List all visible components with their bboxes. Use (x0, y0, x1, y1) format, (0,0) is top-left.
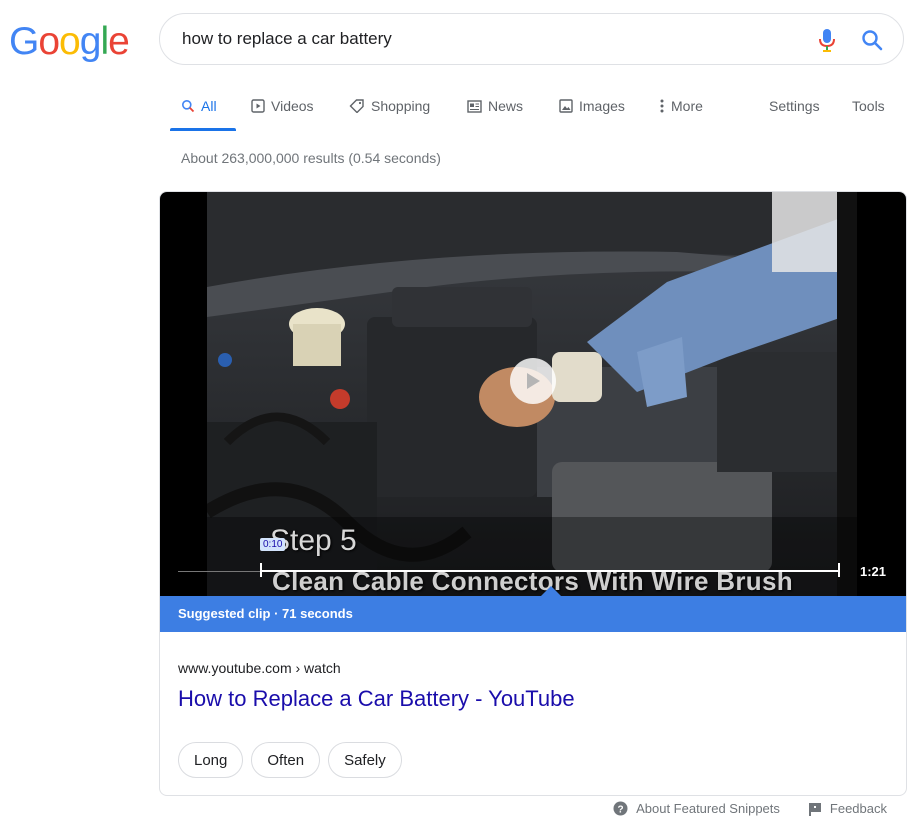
play-icon (527, 373, 540, 389)
about-featured-snippets-link[interactable]: ? About Featured Snippets (613, 801, 780, 816)
clip-pointer (541, 586, 561, 596)
feedback-link[interactable]: Feedback (808, 801, 887, 816)
logo-letter: g (79, 20, 102, 63)
svg-text:?: ? (618, 805, 624, 816)
tab-more[interactable]: More (659, 96, 703, 116)
clip-range-bar[interactable] (260, 570, 840, 572)
search-icon (182, 100, 195, 113)
tab-label: Tools (852, 98, 885, 114)
about-label: About Featured Snippets (636, 801, 780, 816)
video-icon (251, 99, 265, 113)
tab-settings[interactable]: Settings (769, 96, 820, 116)
tab-all[interactable]: All (181, 96, 217, 116)
tab-news[interactable]: News (467, 96, 523, 116)
search-input[interactable] (182, 28, 782, 50)
tag-icon (349, 99, 364, 113)
chip-often[interactable]: Often (251, 742, 321, 778)
tab-images[interactable]: Images (559, 96, 625, 116)
result-title-link[interactable]: How to Replace a Car Battery - YouTube (178, 686, 575, 712)
tab-shopping[interactable]: Shopping (349, 96, 430, 116)
image-icon (559, 99, 573, 113)
google-logo[interactable]: Google (9, 20, 130, 64)
clip-end-tick (838, 563, 840, 577)
tab-label: Shopping (371, 98, 431, 114)
tab-videos[interactable]: Videos (251, 96, 314, 116)
snippet-footer: ? About Featured Snippets Feedback (585, 801, 887, 816)
tab-label: Images (579, 98, 625, 114)
more-vertical-icon (660, 99, 664, 113)
search-tabs: All Videos Shopping News Images More Set… (0, 92, 923, 132)
tab-label: News (488, 98, 524, 114)
video-progress-track[interactable] (178, 571, 260, 572)
logo-letter: o (59, 20, 81, 63)
clip-start-time: 0:10 (260, 538, 286, 551)
feedback-flag-icon (808, 802, 821, 816)
active-tab-indicator (170, 128, 236, 131)
chip-long[interactable]: Long (178, 742, 244, 778)
logo-letter: o (38, 20, 60, 63)
mic-icon[interactable] (816, 28, 838, 52)
video-player[interactable]: Step 5 Clean Cable Connectors With Wire … (160, 192, 906, 596)
chip-safely[interactable]: Safely (328, 742, 402, 778)
related-chips: Long Often Safely (178, 742, 410, 778)
video-duration: 1:21 (860, 564, 887, 579)
tab-tools[interactable]: Tools (852, 96, 885, 116)
logo-letter: l (100, 20, 109, 63)
clip-start-tick (260, 563, 262, 577)
suggested-clip-banner: Suggested clip · 71 seconds (160, 596, 906, 632)
tab-label: Videos (271, 98, 314, 114)
search-box (159, 13, 904, 65)
play-button[interactable] (510, 358, 556, 404)
tab-label: Settings (769, 98, 820, 114)
tab-label: More (671, 98, 703, 114)
logo-letter: e (108, 20, 130, 63)
logo-letter: G (9, 20, 39, 63)
help-icon: ? (613, 801, 628, 816)
result-url[interactable]: www.youtube.com › watch (178, 660, 341, 676)
tab-label: All (201, 98, 217, 114)
newspaper-icon (467, 99, 482, 113)
feedback-label: Feedback (829, 801, 887, 816)
result-stats: About 263,000,000 results (0.54 seconds) (181, 150, 441, 166)
search-icon[interactable] (860, 28, 884, 52)
featured-snippet-card: Step 5 Clean Cable Connectors With Wire … (159, 191, 907, 796)
